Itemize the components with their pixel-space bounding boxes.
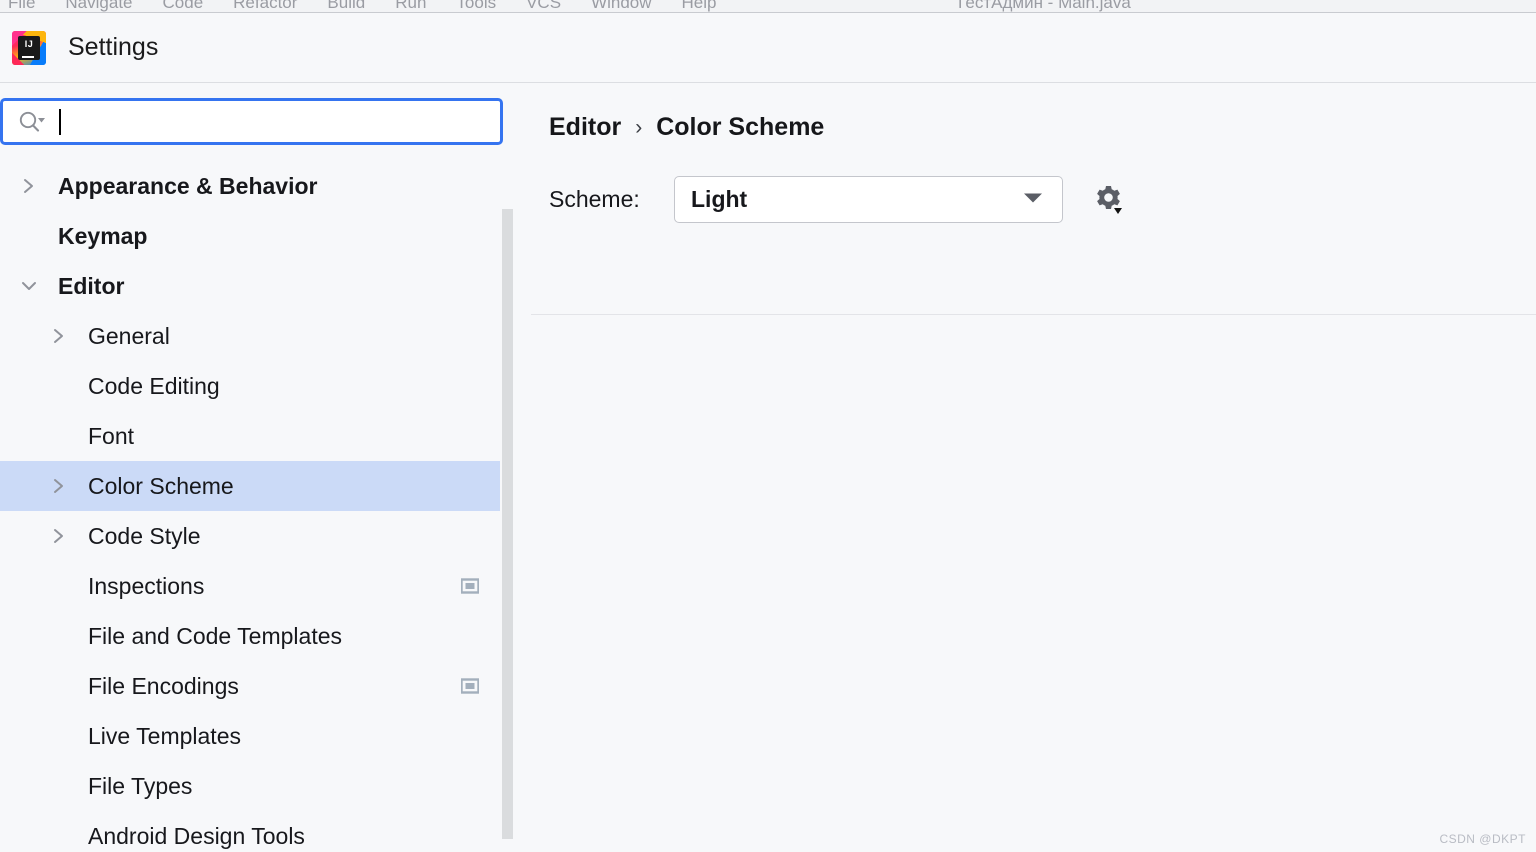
background-menu-list: File Navigate Code Refactor Build Run To… bbox=[8, 0, 717, 13]
sidebar-item-label: Appearance & Behavior bbox=[44, 173, 317, 200]
background-menu-item: Navigate bbox=[65, 0, 132, 13]
background-menu-item: File bbox=[8, 0, 35, 13]
chevron-down-icon[interactable] bbox=[14, 278, 44, 294]
sidebar-item-label: General bbox=[74, 323, 170, 350]
background-menu-item: Refactor bbox=[233, 0, 297, 13]
settings-dialog: IJ Settings Appearance bbox=[0, 13, 1536, 852]
breadcrumb-current: Color Scheme bbox=[656, 113, 824, 142]
sidebar-scrollbar-thumb[interactable] bbox=[502, 209, 513, 839]
sidebar-item-label: Keymap bbox=[44, 223, 147, 250]
chevron-right-icon[interactable] bbox=[44, 326, 74, 346]
search-icon[interactable] bbox=[17, 111, 47, 133]
breadcrumb: Editor › Color Scheme bbox=[549, 113, 1536, 142]
scheme-settings-button[interactable] bbox=[1089, 181, 1127, 219]
sidebar-item-label: Live Templates bbox=[74, 723, 241, 750]
content-divider bbox=[531, 314, 1536, 315]
scheme-select[interactable]: Light bbox=[674, 176, 1063, 223]
background-menu-item: Code bbox=[163, 0, 204, 13]
project-scope-badge-icon bbox=[461, 677, 479, 695]
sidebar-item-file-types[interactable]: File Types bbox=[0, 761, 515, 811]
background-menu-item: Build bbox=[327, 0, 365, 13]
intellij-idea-logo-icon: IJ bbox=[12, 31, 46, 65]
background-ide-menubar: File Navigate Code Refactor Build Run To… bbox=[0, 0, 1536, 13]
sidebar-item-label: File Types bbox=[74, 773, 192, 800]
dialog-titlebar: IJ Settings bbox=[0, 13, 1536, 83]
sidebar-item-inspections[interactable]: Inspections bbox=[0, 561, 515, 611]
sidebar-item-label: Editor bbox=[44, 273, 124, 300]
sidebar-item-code-editing[interactable]: Code Editing bbox=[0, 361, 515, 411]
sidebar-item-color-scheme[interactable]: Color Scheme bbox=[0, 461, 515, 511]
search-container bbox=[0, 83, 515, 145]
sidebar-item-label: Inspections bbox=[74, 573, 204, 600]
logo-underscore bbox=[22, 56, 34, 58]
watermark: CSDN @DKPT bbox=[1439, 832, 1526, 846]
breadcrumb-separator-icon: › bbox=[635, 116, 642, 140]
sidebar-item-file-encodings[interactable]: File Encodings bbox=[0, 661, 515, 711]
sidebar-item-live-templates[interactable]: Live Templates bbox=[0, 711, 515, 761]
sidebar-item-label: Code Editing bbox=[74, 373, 220, 400]
sidebar-item-editor[interactable]: Editor bbox=[0, 261, 515, 311]
sidebar-item-android-design-tools[interactable]: Android Design Tools bbox=[0, 811, 515, 851]
sidebar-item-code-style[interactable]: Code Style bbox=[0, 511, 515, 561]
sidebar-item-label: Color Scheme bbox=[74, 473, 234, 500]
settings-tree[interactable]: Appearance & Behavior Keymap Editor General… bbox=[0, 161, 515, 851]
scheme-row: Scheme: Light bbox=[549, 176, 1536, 223]
background-menu-item: Help bbox=[682, 0, 717, 13]
search-input[interactable] bbox=[0, 98, 503, 145]
background-menu-item: Tools bbox=[456, 0, 496, 13]
sidebar-scrollbar-track[interactable] bbox=[500, 146, 515, 852]
sidebar-item-keymap[interactable]: Keymap bbox=[0, 211, 515, 261]
sidebar-item-label: File Encodings bbox=[74, 673, 239, 700]
background-menu-item: VCS bbox=[526, 0, 561, 13]
sidebar-item-appearance-behavior[interactable]: Appearance & Behavior bbox=[0, 161, 515, 211]
gear-icon bbox=[1089, 181, 1127, 219]
scheme-selected-value: Light bbox=[691, 186, 747, 213]
scheme-label: Scheme: bbox=[549, 186, 674, 213]
sidebar-item-label: Code Style bbox=[74, 523, 201, 550]
chevron-right-icon[interactable] bbox=[44, 526, 74, 546]
chevron-down-icon[interactable] bbox=[1022, 190, 1044, 209]
sidebar-item-general[interactable]: General bbox=[0, 311, 515, 361]
sidebar-item-font[interactable]: Font bbox=[0, 411, 515, 461]
sidebar-item-label: Font bbox=[74, 423, 134, 450]
sidebar-item-label: File and Code Templates bbox=[74, 623, 342, 650]
chevron-right-icon[interactable] bbox=[14, 176, 44, 196]
project-scope-badge-icon bbox=[461, 577, 479, 595]
sidebar-item-file-and-code-templates[interactable]: File and Code Templates bbox=[0, 611, 515, 661]
dialog-body: Appearance & Behavior Keymap Editor General… bbox=[0, 83, 1536, 852]
settings-content-panel: Editor › Color Scheme Scheme: Light bbox=[515, 83, 1536, 852]
breadcrumb-parent[interactable]: Editor bbox=[549, 113, 621, 142]
chevron-right-icon[interactable] bbox=[44, 476, 74, 496]
background-window-title: TестАдмин - Main.java bbox=[955, 0, 1131, 13]
sidebar-item-label: Android Design Tools bbox=[74, 823, 305, 850]
page-title: Settings bbox=[68, 33, 158, 62]
settings-sidebar: Appearance & Behavior Keymap Editor General… bbox=[0, 83, 515, 852]
background-menu-item: Window bbox=[591, 0, 651, 13]
background-menu-item: Run bbox=[395, 0, 426, 13]
text-caret bbox=[59, 109, 61, 135]
